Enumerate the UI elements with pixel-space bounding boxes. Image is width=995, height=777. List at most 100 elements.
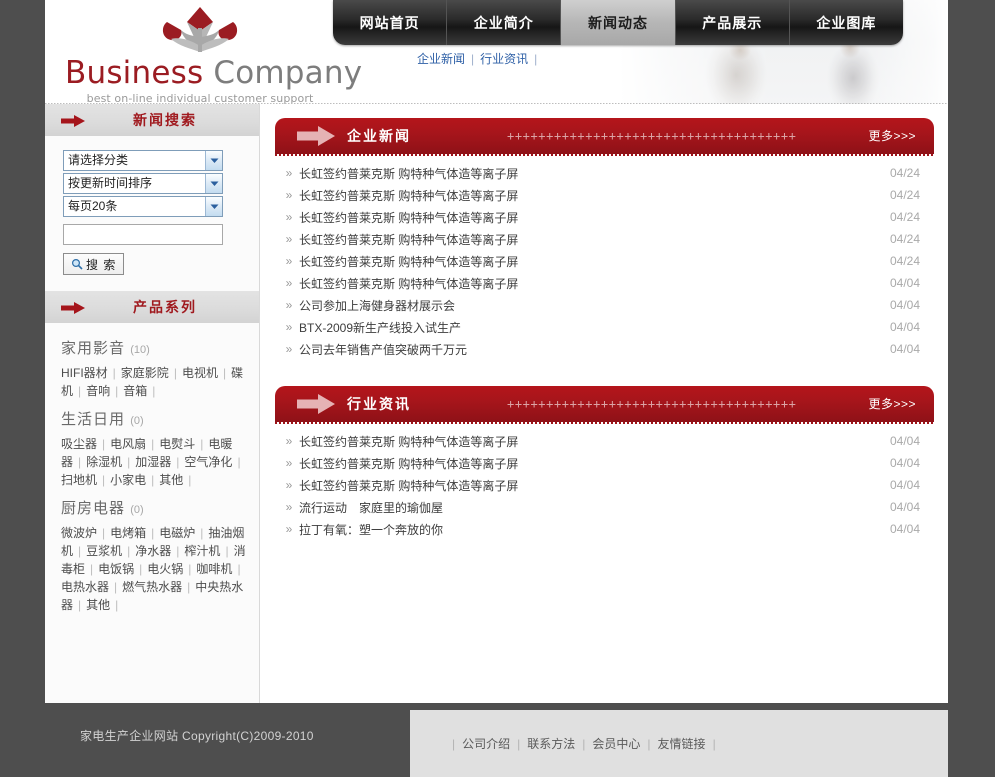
news-search-form: 请选择分类 按更新时间排序 每页20条 搜 索: [45, 136, 259, 291]
main-navigation: 网站首页 企业简介 新闻动态 产品展示 企业图库: [333, 0, 903, 45]
news-item-title[interactable]: 流行运动 家庭里的瑜伽屋: [299, 499, 870, 516]
category-link-separator: |: [115, 384, 119, 398]
content-shell: Business Company best on-line individual…: [45, 0, 948, 703]
chevron-down-icon: [205, 151, 222, 170]
news-item[interactable]: » 长虹签约普莱克斯 购特种气体造等离子屏 04/24: [279, 206, 930, 228]
category-link[interactable]: 电磁炉: [159, 526, 195, 540]
category-link-separator: |: [78, 384, 82, 398]
news-item-title[interactable]: 长虹签约普莱克斯 购特种气体造等离子屏: [299, 433, 870, 450]
product-category-list: 家用影音 (10) HIFI器材 | 家庭影院 | 电视机 | 碟机 | 音响 | 音箱 | 生活日用…: [45, 323, 259, 614]
sidebar-products-header: 产品系列: [45, 291, 259, 323]
nav-item-products[interactable]: 产品展示: [676, 0, 790, 45]
category-link-separator: |: [225, 544, 229, 558]
news-item-title[interactable]: 长虹签约普莱克斯 购特种气体造等离子屏: [299, 455, 870, 472]
footer-link[interactable]: 联系方法: [527, 737, 575, 751]
news-item-title[interactable]: 长虹签约普莱克斯 购特种气体造等离子屏: [299, 275, 870, 292]
footer-link[interactable]: 公司介绍: [462, 737, 510, 751]
search-keyword-input[interactable]: [63, 224, 223, 245]
news-item[interactable]: » BTX-2009新生产线投入试生产 04/04: [279, 316, 930, 338]
category-link[interactable]: 电饭锅: [98, 562, 134, 576]
nav-item-news[interactable]: 新闻动态: [561, 0, 676, 45]
panel-more-link[interactable]: 更多>>>: [868, 118, 916, 154]
red-arrow-icon: [61, 302, 85, 314]
category-link-separator: |: [151, 526, 155, 540]
category-link[interactable]: 其他: [86, 598, 110, 612]
news-item[interactable]: » 长虹签约普莱克斯 购特种气体造等离子屏 04/24: [279, 184, 930, 206]
category-link[interactable]: 电风扇: [110, 437, 146, 451]
news-item[interactable]: » 公司参加上海健身器材展示会 04/04: [279, 294, 930, 316]
category-link[interactable]: 电熨斗: [159, 437, 195, 451]
category-link-separator: |: [112, 366, 116, 380]
category-link[interactable]: 电烤箱: [110, 526, 146, 540]
category-link[interactable]: 燃气热水器: [122, 580, 182, 594]
category-link-separator: |: [127, 544, 131, 558]
category-select[interactable]: 请选择分类: [63, 150, 223, 171]
category-link[interactable]: HIFI器材: [61, 366, 108, 380]
nav-item-about[interactable]: 企业简介: [447, 0, 562, 45]
category-link[interactable]: 榨汁机: [184, 544, 220, 558]
category-link[interactable]: 咖啡机: [196, 562, 232, 576]
footer-link-separator: |: [452, 737, 456, 751]
news-item-title[interactable]: 长虹签约普莱克斯 购特种气体造等离子屏: [299, 477, 870, 494]
news-item-title[interactable]: 拉丁有氧：塑一个奔放的你: [299, 521, 870, 538]
news-item[interactable]: » 拉丁有氧：塑一个奔放的你 04/04: [279, 518, 930, 540]
news-item[interactable]: » 流行运动 家庭里的瑜伽屋 04/04: [279, 496, 930, 518]
news-item[interactable]: » 长虹签约普莱克斯 购特种气体造等离子屏 04/24: [279, 250, 930, 272]
news-item-date: 04/04: [889, 434, 920, 448]
category-link[interactable]: 吸尘器: [61, 437, 97, 451]
category-link[interactable]: 豆浆机: [86, 544, 122, 558]
site-logo[interactable]: Business Company best on-line individual…: [65, 4, 362, 104]
category-link[interactable]: 加湿器: [135, 455, 171, 469]
news-item[interactable]: » 长虹签约普莱克斯 购特种气体造等离子屏 04/24: [279, 228, 930, 250]
bullet-icon: »: [285, 166, 293, 180]
category-link[interactable]: 电火锅: [147, 562, 183, 576]
news-item-title[interactable]: 长虹签约普莱克斯 购特种气体造等离子屏: [299, 231, 870, 248]
news-item-date: 04/24: [889, 166, 920, 180]
nav-item-gallery[interactable]: 企业图库: [790, 0, 903, 45]
news-item[interactable]: » 长虹签约普莱克斯 购特种气体造等离子屏 04/24: [279, 162, 930, 184]
news-item-date: 04/24: [889, 232, 920, 246]
sort-select[interactable]: 按更新时间排序: [63, 173, 223, 194]
subnav-item-company-news[interactable]: 企业新闻: [417, 52, 465, 66]
category-link[interactable]: 空气净化: [184, 455, 232, 469]
news-item-title[interactable]: 长虹签约普莱克斯 购特种气体造等离子屏: [299, 253, 870, 270]
category-link[interactable]: 家庭影院: [121, 366, 169, 380]
category-link[interactable]: 音箱: [123, 384, 147, 398]
news-item[interactable]: » 公司去年销售产值突破两千万元 04/04: [279, 338, 930, 360]
footer-link[interactable]: 会员中心: [592, 737, 640, 751]
nav-item-home[interactable]: 网站首页: [333, 0, 448, 45]
category-link[interactable]: 音响: [86, 384, 110, 398]
news-item[interactable]: » 长虹签约普莱克斯 购特种气体造等离子屏 04/04: [279, 272, 930, 294]
category-link-separator: |: [78, 544, 82, 558]
bullet-icon: »: [285, 298, 293, 312]
pagesize-select[interactable]: 每页20条: [63, 196, 223, 217]
panel-more-link[interactable]: 更多>>>: [868, 386, 916, 422]
category-link[interactable]: 微波炉: [61, 526, 97, 540]
news-item-title[interactable]: BTX-2009新生产线投入试生产: [299, 319, 870, 336]
category-link[interactable]: 扫地机: [61, 473, 97, 487]
news-item-title[interactable]: 长虹签约普莱克斯 购特种气体造等离子屏: [299, 209, 870, 226]
subnav-item-industry-news[interactable]: 行业资讯: [480, 52, 528, 66]
footer-links: | 公司介绍 | 联系方法 | 会员中心 | 友情链接 |: [445, 735, 723, 752]
category-link[interactable]: 除湿机: [86, 455, 122, 469]
category-link-separator: |: [115, 598, 119, 612]
news-item-date: 04/04: [889, 320, 920, 334]
news-item[interactable]: » 长虹签约普莱克斯 购特种气体造等离子屏 04/04: [279, 474, 930, 496]
news-item-title[interactable]: 长虹签约普莱克斯 购特种气体造等离子屏: [299, 187, 870, 204]
main-content: 企业新闻 +++++++++++++++++++++++++++++++++++…: [261, 104, 948, 703]
category-link[interactable]: 其他: [159, 473, 183, 487]
category-link[interactable]: 电热水器: [61, 580, 109, 594]
category-link-separator: |: [139, 562, 143, 576]
news-item[interactable]: » 长虹签约普莱克斯 购特种气体造等离子屏 04/04: [279, 430, 930, 452]
news-item-title[interactable]: 公司去年销售产值突破两千万元: [299, 341, 870, 358]
category-link[interactable]: 净水器: [135, 544, 171, 558]
search-button[interactable]: 搜 索: [63, 253, 125, 275]
category-link-separator: |: [151, 437, 155, 451]
news-item-title[interactable]: 公司参加上海健身器材展示会: [299, 297, 870, 314]
category-link-separator: |: [200, 526, 204, 540]
category-link[interactable]: 电视机: [182, 366, 218, 380]
news-item[interactable]: » 长虹签约普莱克斯 购特种气体造等离子屏 04/04: [279, 452, 930, 474]
category-link[interactable]: 小家电: [110, 473, 146, 487]
news-item-title[interactable]: 长虹签约普莱克斯 购特种气体造等离子屏: [299, 165, 870, 182]
footer-link[interactable]: 友情链接: [658, 737, 706, 751]
